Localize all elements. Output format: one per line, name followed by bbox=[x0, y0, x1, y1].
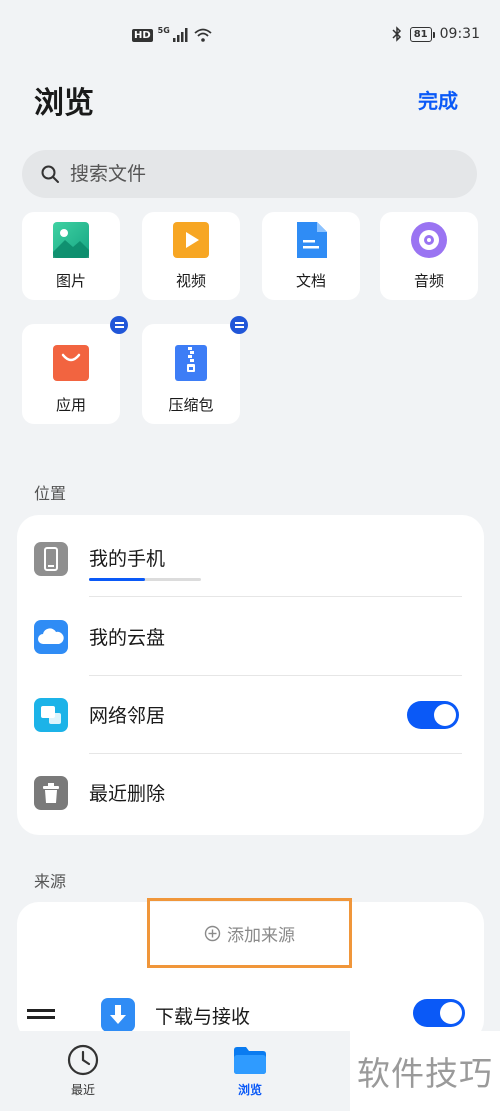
bluetooth-icon bbox=[392, 26, 401, 42]
location-label: 我的手机 bbox=[89, 548, 166, 570]
page-title: 浏览 bbox=[34, 86, 94, 121]
category-label: 压缩包 bbox=[168, 396, 214, 414]
audio-icon bbox=[411, 222, 447, 258]
section-label-sources: 来源 bbox=[34, 872, 67, 891]
category-label: 文档 bbox=[295, 272, 326, 290]
storage-usage-bar bbox=[89, 578, 201, 581]
signal-icon bbox=[172, 28, 188, 42]
network-neighbors-toggle[interactable] bbox=[407, 701, 459, 729]
network-icon bbox=[34, 698, 68, 732]
remove-badge-icon[interactable] bbox=[230, 316, 248, 334]
app-bag-icon bbox=[53, 345, 89, 381]
search-bar[interactable] bbox=[22, 150, 477, 198]
category-tile-apps[interactable]: 应用 bbox=[22, 316, 128, 424]
clock-time: 09:31 bbox=[439, 26, 480, 42]
nav-label: 最近 bbox=[70, 1083, 95, 1097]
location-item-my-cloud[interactable]: 我的云盘 bbox=[17, 598, 484, 676]
search-icon bbox=[41, 165, 59, 183]
category-label: 音频 bbox=[413, 272, 444, 290]
location-item-recently-deleted[interactable]: 最近删除 bbox=[17, 754, 484, 832]
watermark-text: 软件技巧 bbox=[350, 1031, 500, 1111]
hd-badge: HD bbox=[132, 28, 153, 42]
add-circle-icon bbox=[204, 925, 221, 941]
location-item-network-neighbors[interactable]: 网络邻居 bbox=[17, 676, 484, 754]
phone-icon bbox=[34, 542, 68, 576]
category-label: 图片 bbox=[55, 272, 86, 290]
section-label-locations: 位置 bbox=[34, 484, 67, 503]
video-icon bbox=[173, 222, 209, 258]
download-icon bbox=[101, 998, 135, 1032]
drag-handle-icon[interactable] bbox=[27, 1007, 55, 1021]
image-icon bbox=[53, 222, 89, 258]
bottom-navigation: 最近 浏览 软件技巧 bbox=[0, 1031, 500, 1111]
document-icon bbox=[297, 222, 327, 258]
status-right: 81 09:31 bbox=[392, 26, 480, 42]
done-button[interactable]: 完成 bbox=[418, 85, 458, 114]
category-tile-audio[interactable]: 音频 bbox=[380, 212, 478, 300]
location-label: 我的云盘 bbox=[89, 627, 166, 649]
add-source-button[interactable]: 添加来源 bbox=[147, 898, 352, 968]
category-tile-images[interactable]: 图片 bbox=[22, 212, 120, 300]
nav-tab-browse[interactable]: 浏览 bbox=[232, 1043, 268, 1098]
category-label: 视频 bbox=[175, 272, 206, 290]
location-label: 网络邻居 bbox=[89, 705, 166, 727]
locations-card: 我的手机 我的云盘 网络邻居 最近删除 bbox=[17, 515, 484, 835]
storage-usage-fill bbox=[89, 578, 145, 581]
zip-icon bbox=[175, 345, 207, 381]
category-tile-videos[interactable]: 视频 bbox=[142, 212, 240, 300]
status-left: HD 5G bbox=[132, 25, 212, 42]
location-item-my-phone[interactable]: 我的手机 bbox=[17, 520, 484, 598]
nav-label: 浏览 bbox=[237, 1083, 262, 1097]
category-tile-archives[interactable]: 压缩包 bbox=[142, 316, 248, 424]
clock-icon bbox=[67, 1044, 99, 1076]
network-type: 5G bbox=[157, 25, 170, 35]
folder-icon bbox=[234, 1047, 266, 1074]
wifi-icon bbox=[194, 28, 212, 42]
search-input[interactable] bbox=[70, 163, 420, 185]
downloads-toggle[interactable] bbox=[413, 999, 465, 1027]
divider bbox=[89, 596, 462, 597]
add-source-label: 添加来源 bbox=[227, 925, 295, 946]
status-bar: HD 5G 81 09:31 bbox=[0, 0, 500, 70]
category-label: 应用 bbox=[55, 396, 86, 414]
nav-tab-recent[interactable]: 最近 bbox=[66, 1043, 100, 1098]
remove-badge-icon[interactable] bbox=[110, 316, 128, 334]
trash-icon bbox=[34, 776, 68, 810]
battery-indicator: 81 bbox=[409, 26, 435, 42]
source-label: 下载与接收 bbox=[155, 1006, 251, 1028]
category-tile-documents[interactable]: 文档 bbox=[262, 212, 360, 300]
location-label: 最近删除 bbox=[89, 783, 166, 805]
cloud-icon bbox=[34, 620, 68, 654]
